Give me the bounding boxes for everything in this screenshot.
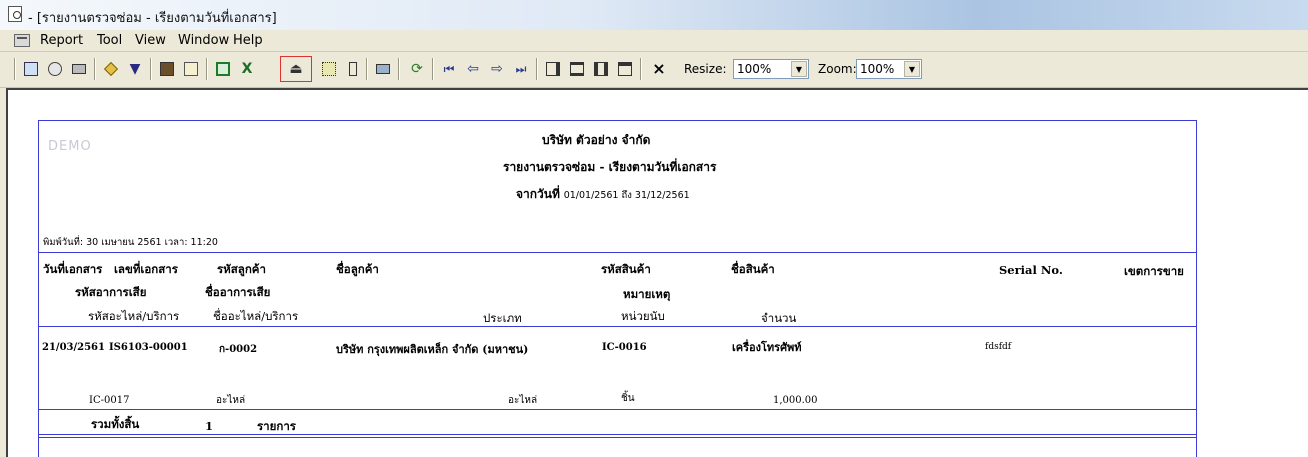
header-symptom-code: รหัสอาการเสีย	[75, 285, 147, 299]
report-edit-icon[interactable]	[180, 58, 202, 80]
pdf-export-icon[interactable]: ⏏	[280, 56, 312, 82]
header-serial-no: Serial No.	[999, 263, 1063, 277]
window-frame-left	[0, 88, 8, 457]
menu-view[interactable]: View	[135, 33, 166, 48]
header-product-code: รหัสสินค้า	[601, 262, 651, 276]
header-customer-name: ชื่อลูกค้า	[336, 262, 379, 276]
previous-page-icon[interactable]: ⇦	[462, 58, 484, 80]
row-customer-code: ก-0002	[219, 344, 258, 355]
menu-help[interactable]: Help	[233, 33, 263, 48]
part-qty: 1,000.00	[773, 395, 818, 406]
row-doc-no: IS6103-00001	[109, 342, 188, 353]
zoom-label: Zoom:	[818, 62, 857, 76]
print-info: พิมพ์วันที่: 30 เมษายน 2561 เวลา: 11:20	[43, 237, 218, 248]
date-range: จากวันที่ 01/01/2561 ถึง 31/12/2561	[516, 185, 690, 204]
grid-icon[interactable]	[318, 58, 340, 80]
multi-page-icon[interactable]	[542, 58, 564, 80]
demo-watermark: DEMO	[48, 139, 92, 154]
last-page-icon[interactable]: ⏭	[510, 58, 532, 80]
excel-export-icon[interactable]	[212, 58, 234, 80]
part-code: IC-0017	[89, 395, 130, 406]
title-bar: - [รายงานตรวจซ่อม - เรียงตามวันที่เอกสาร…	[0, 0, 1308, 30]
resize-select[interactable]: 100% ▼	[733, 59, 809, 79]
refresh-icon[interactable]: ⟳	[406, 58, 428, 80]
window-title: - [รายงานตรวจซ่อม - เรียงตามวันที่เอกสาร…	[28, 11, 277, 26]
header-symptom-name: ชื่ออาการเสีย	[205, 285, 271, 299]
report-app-icon	[8, 6, 22, 22]
part-unit: ชิ้น	[621, 393, 635, 404]
header-product-name: ชื่อสินค้า	[731, 262, 775, 276]
header-remark: หมายเหตุ	[623, 287, 671, 301]
menu-window[interactable]: Window	[178, 33, 229, 48]
row-product-name: เครื่องโทรศัพท์	[732, 341, 802, 354]
print-preview-icon[interactable]	[20, 58, 42, 80]
date-range-value: 01/01/2561 ถึง 31/12/2561	[563, 190, 690, 201]
menu-tool[interactable]: Tool	[97, 33, 122, 48]
row-doc-date: 21/03/2561	[42, 342, 105, 353]
total-count: 1	[205, 419, 214, 433]
report-title: รายงานตรวจซ่อม - เรียงตามวันที่เอกสาร	[503, 160, 717, 174]
menu-bar: Report Tool View Window Help	[0, 30, 1308, 52]
resize-label: Resize:	[684, 62, 727, 76]
report-page: DEMO บริษัท ตัวอย่าง จำกัด รายงานตรวจซ่อ…	[38, 120, 1197, 457]
single-page-icon[interactable]	[614, 58, 636, 80]
header-part-name: ชื่ออะไหล่/บริการ	[213, 309, 299, 323]
chevron-down-icon[interactable]: ▼	[904, 61, 920, 77]
excel-icon[interactable]: X	[236, 58, 258, 80]
page-setup-icon[interactable]	[44, 58, 66, 80]
header-sales-area: เขตการขาย	[1124, 264, 1184, 278]
report-design-icon[interactable]	[156, 58, 178, 80]
zoom-select[interactable]: 100% ▼	[856, 59, 922, 79]
part-type: อะไหล่	[508, 395, 538, 406]
header-doc-no: เลขที่เอกสาร	[114, 262, 178, 276]
header-doc-date: วันที่เอกสาร	[43, 262, 103, 276]
date-range-prefix: จากวันที่	[516, 187, 560, 201]
printer-icon[interactable]	[68, 58, 90, 80]
document-menu-icon[interactable]	[14, 34, 30, 47]
mail-icon[interactable]	[372, 58, 394, 80]
first-page-icon[interactable]: ⏮	[438, 58, 460, 80]
toolbar: ▼ X ⏏ ⟳ ⏮ ⇦ ⇨ ⏭ × Resize: 100% ▼ Zoom: 1…	[0, 52, 1308, 88]
fit-height-icon[interactable]	[342, 58, 364, 80]
zoom-value: 100%	[860, 62, 895, 76]
window-frame-top	[8, 88, 1308, 90]
company-name: บริษัท ตัวอย่าง จำกัด	[542, 133, 651, 147]
header-part-code: รหัสอะไหล่/บริการ	[88, 309, 180, 323]
chevron-down-icon[interactable]: ▼	[791, 61, 807, 77]
row-product-code: IC-0016	[602, 342, 647, 353]
row-customer-name: บริษัท กรุงเทพผลิตเหล็ก จำกัด (มหาชน)	[336, 343, 529, 356]
menu-report[interactable]: Report	[40, 33, 83, 48]
header-unit: หน่วยนับ	[621, 309, 665, 323]
part-name: อะไหล่	[216, 395, 246, 406]
header-customer-code: รหัสลูกค้า	[217, 262, 266, 276]
highlight-icon[interactable]	[100, 58, 122, 80]
total-label: รวมทั้งสิ้น	[91, 417, 140, 431]
two-pages-icon[interactable]	[590, 58, 612, 80]
resize-value: 100%	[737, 62, 772, 76]
page-width-icon[interactable]	[566, 58, 588, 80]
filter-icon[interactable]: ▼	[124, 58, 146, 80]
close-icon[interactable]: ×	[648, 58, 670, 80]
next-page-icon[interactable]: ⇨	[486, 58, 508, 80]
row-serial-no: fdsfdf	[985, 342, 1012, 352]
